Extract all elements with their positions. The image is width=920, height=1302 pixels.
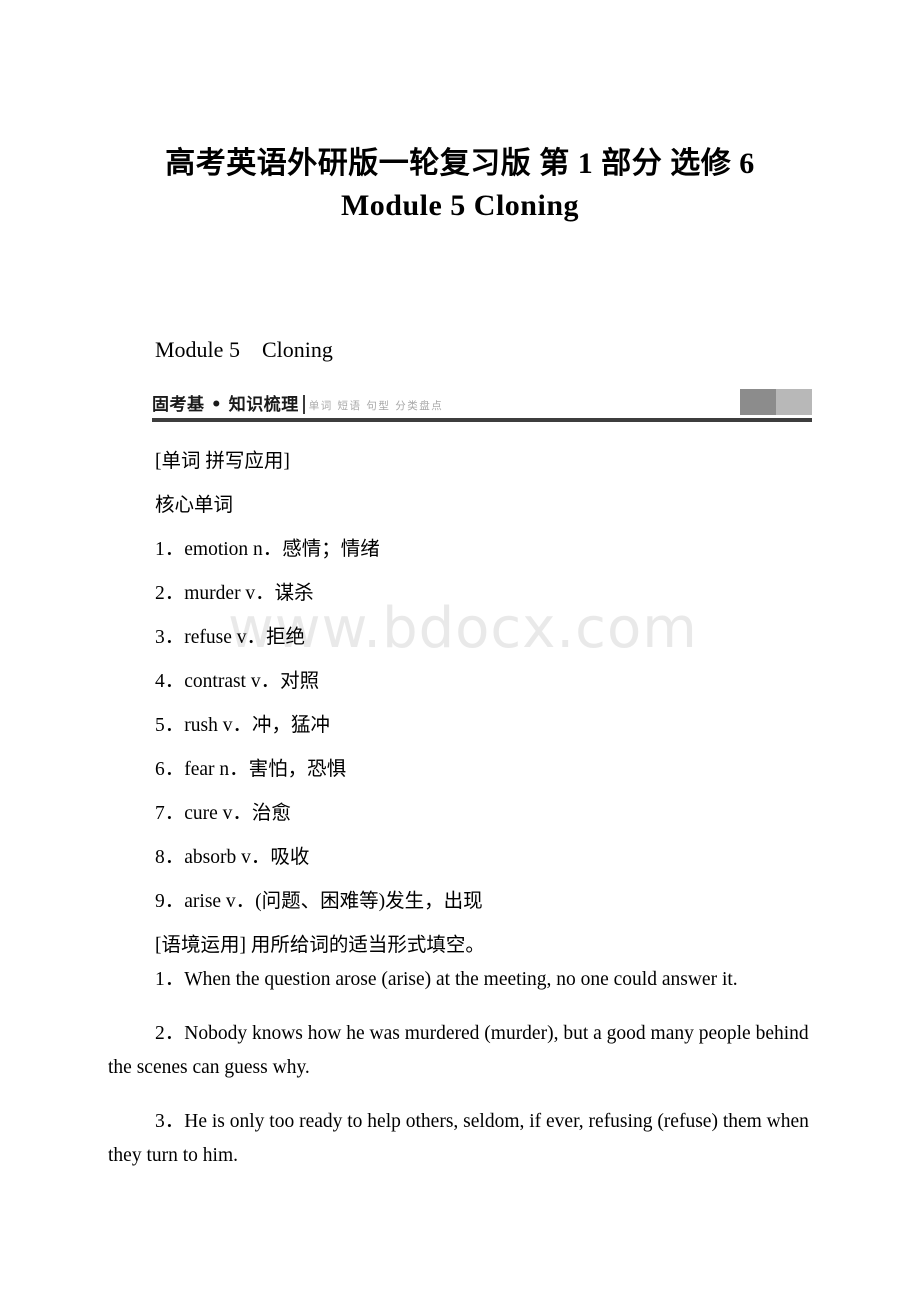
- vocab-entry: 5．rush v．冲，猛冲: [155, 715, 330, 736]
- document-title: 高考英语外研版一轮复习版 第 1 部分 选修 6 Module 5 Clonin…: [108, 143, 812, 227]
- vocabulary-section: [单词 拼写应用] 核心单词 1．emotion n．感情；情绪 2．murde…: [108, 440, 820, 968]
- banner-block-light: [776, 389, 812, 415]
- vocab-subheading: 核心单词: [155, 495, 234, 516]
- vocab-entry: 4．contrast v．对照: [155, 671, 320, 692]
- vocab-entry: 7．cure v．治愈: [155, 803, 291, 824]
- exercise-section: 1．When the question arose (arise) at the…: [108, 963, 824, 1173]
- section-banner-rule: [152, 418, 812, 422]
- vertical-bar-icon: [302, 395, 305, 414]
- exercise-item: 2．Nobody knows how he was murdered (murd…: [108, 1023, 809, 1078]
- vocab-entry: 2．murder v．谋杀: [155, 583, 314, 604]
- vocab-entry: 8．absorb v．吸收: [155, 847, 310, 868]
- vocab-entry: 3．refuse v．拒绝: [155, 627, 306, 648]
- vocab-section-label: [单词 拼写应用]: [155, 451, 290, 472]
- vocab-entry: 1．emotion n．感情；情绪: [155, 539, 380, 560]
- vocab-entry: 9．arise v．(问题、困难等)发生，出现: [155, 891, 483, 912]
- vocab-entry: 6．fear n．害怕，恐惧: [155, 759, 347, 780]
- document-page: www.bdocx.com 高考英语外研版一轮复习版 第 1 部分 选修 6 M…: [0, 0, 920, 1302]
- section-banner-title: 固考基 • 知识梳理: [152, 395, 299, 415]
- section-banner-row: 固考基 • 知识梳理 单词 短语 句型 分类盘点: [152, 385, 812, 415]
- exercise-item: 1．When the question arose (arise) at the…: [155, 969, 738, 990]
- section-banner: 固考基 • 知识梳理 单词 短语 句型 分类盘点: [152, 385, 812, 422]
- module-heading: Module 5 Cloning: [155, 337, 333, 362]
- section-banner-subtitle: 单词 短语 句型 分类盘点: [308, 400, 444, 412]
- exercise-section-label: [语境运用] 用所给词的适当形式填空。: [155, 935, 485, 956]
- document-title-line-2: Module 5 Cloning: [340, 189, 580, 222]
- banner-block-dark: [740, 389, 776, 415]
- document-title-line-1: 高考英语外研版一轮复习版 第 1 部分 选修 6: [165, 147, 755, 180]
- exercise-item: 3．He is only too ready to help others, s…: [108, 1111, 809, 1166]
